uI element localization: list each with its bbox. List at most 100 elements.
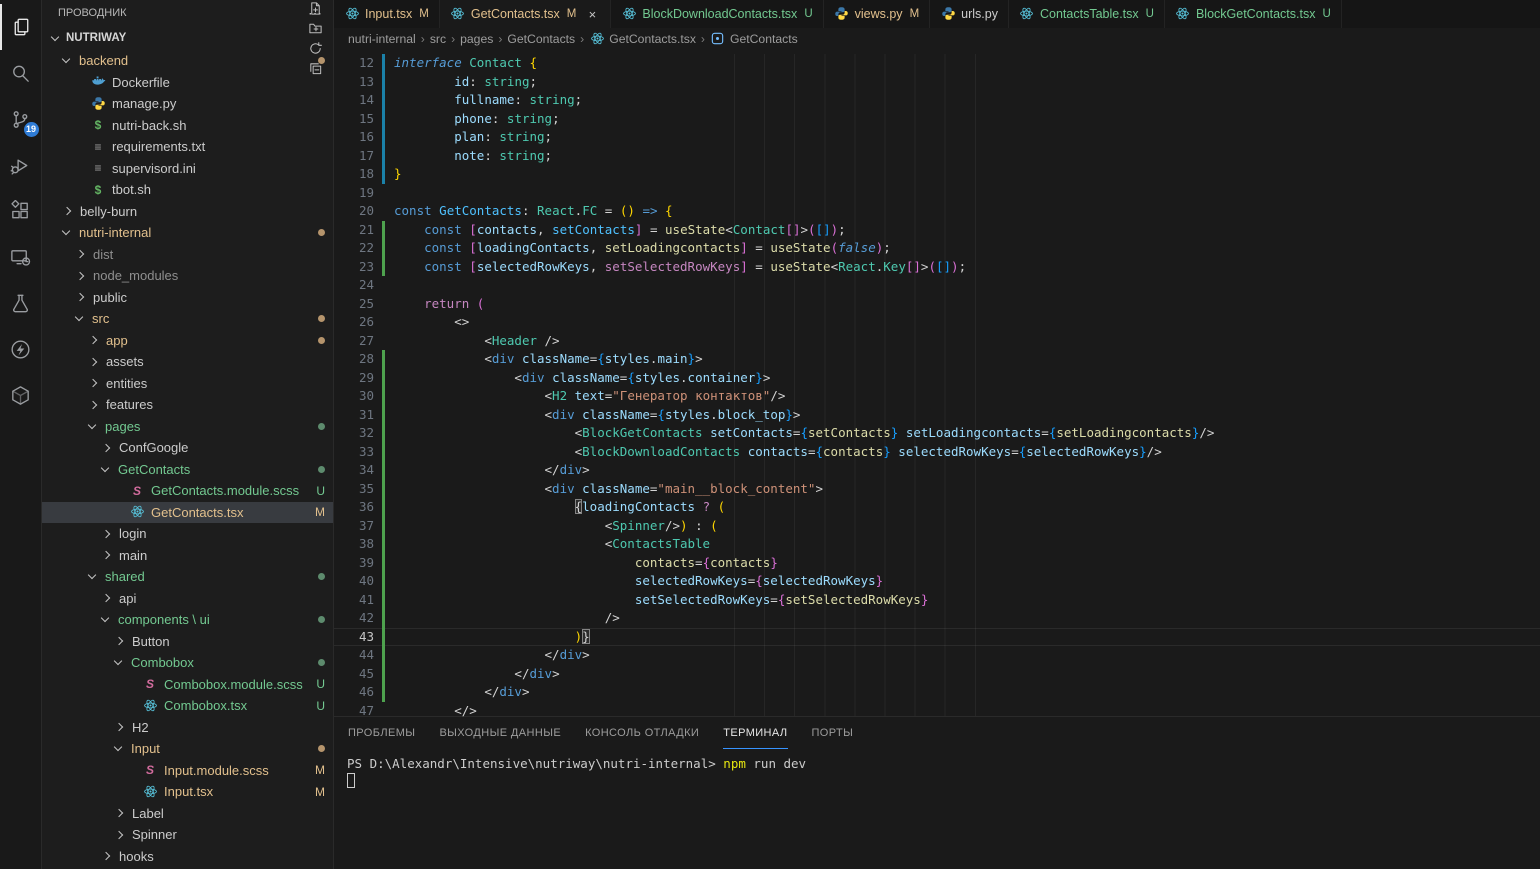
code-editor[interactable]: 12interface Contact {13 id: string;14 fu… [334, 49, 1540, 716]
tree-item-label: supervisord.ini [112, 161, 325, 176]
tree-item-label: Dockerfile [112, 75, 325, 90]
tree-item-login[interactable]: login [42, 523, 333, 545]
tree-item-GetContacts.module.scss[interactable]: SGetContacts.module.scssU [42, 480, 333, 502]
tree-item-features[interactable]: features [42, 394, 333, 416]
tree-item-backend[interactable]: backend [42, 50, 333, 72]
containers-icon[interactable] [0, 372, 42, 418]
tab-Input.tsx[interactable]: Input.tsxM [334, 0, 440, 28]
tree-item-GetContacts.tsx[interactable]: GetContacts.tsxM [42, 502, 333, 524]
code-line-41: 41 setSelectedRowKeys={setSelectedRowKey… [334, 591, 1540, 610]
tree-item-src[interactable]: src [42, 308, 333, 330]
tree-item-app[interactable]: app [42, 330, 333, 352]
tree-item-Button[interactable]: Button [42, 631, 333, 653]
line-number: 28 [334, 350, 374, 369]
git-status-dot [318, 466, 325, 473]
breadcrumb-label: GetContacts [730, 32, 798, 46]
tree-item-Spinner[interactable]: Spinner [42, 824, 333, 846]
tree-item-assets[interactable]: assets [42, 351, 333, 373]
tree-item-node_modules[interactable]: node_modules [42, 265, 333, 287]
terminal[interactable]: PS D:\Alexandr\Intensive\nutriway\nutri-… [334, 749, 1540, 791]
tab-views.py[interactable]: views.pyM [824, 0, 931, 28]
tree-item-public[interactable]: public [42, 287, 333, 309]
line-number: 42 [334, 609, 374, 628]
tree-item-GetContacts[interactable]: GetContacts [42, 459, 333, 481]
panel-tab-ВЫХОДНЫЕ ДАННЫЕ[interactable]: ВЫХОДНЫЕ ДАННЫЕ [439, 717, 561, 749]
tree-item-label: GetContacts.module.scss [151, 483, 310, 498]
tab-BlockDownloadContacts.tsx[interactable]: BlockDownloadContacts.tsxU [611, 0, 823, 28]
tree-item-Dockerfile[interactable]: Dockerfile [42, 72, 333, 94]
tree-item-pages[interactable]: pages [42, 416, 333, 438]
tab-BlockGetContacts.tsx[interactable]: BlockGetContacts.tsxU [1165, 0, 1342, 28]
breadcrumb-item-src[interactable]: src [430, 32, 446, 46]
chevron-down-icon [114, 743, 122, 751]
tree-item-Input.module.scss[interactable]: SInput.module.scssM [42, 760, 333, 782]
breadcrumb-item-GetContacts[interactable]: GetContacts [507, 32, 575, 46]
tree-item-label: manage.py [112, 96, 325, 111]
remote-explorer-icon[interactable] [0, 234, 42, 280]
tree-item-nutri-back.sh[interactable]: $nutri-back.sh [42, 115, 333, 137]
tree-item-requirements.txt[interactable]: ≡requirements.txt [42, 136, 333, 158]
breadcrumb-item-GetContacts.tsx[interactable]: GetContacts.tsx [589, 31, 696, 47]
tree-item-tbot.sh[interactable]: $tbot.sh [42, 179, 333, 201]
code-text: phone: string; [385, 110, 560, 129]
code-line-29: 29 <div className={styles.container}> [334, 369, 1540, 388]
tree-item-manage.py[interactable]: manage.py [42, 93, 333, 115]
tree-item-nutri-internal[interactable]: nutri-internal [42, 222, 333, 244]
tree-item-entities[interactable]: entities [42, 373, 333, 395]
run-debug-icon[interactable] [0, 142, 42, 188]
tree-item-Label[interactable]: Label [42, 803, 333, 825]
search-icon[interactable] [0, 50, 42, 96]
line-number: 12 [334, 54, 374, 73]
new-folder-icon[interactable] [305, 18, 325, 38]
source-control-icon[interactable]: 19 [0, 96, 42, 142]
tree-item-Input[interactable]: Input [42, 738, 333, 760]
panel-tab-ТЕРМИНАЛ[interactable]: ТЕРМИНАЛ [723, 717, 787, 749]
tree-item-main[interactable]: main [42, 545, 333, 567]
code-text: interface Contact { [385, 54, 537, 73]
line-number: 19 [334, 184, 374, 203]
extensions-icon[interactable] [0, 188, 42, 234]
tree-item-supervisord.ini[interactable]: ≡supervisord.ini [42, 158, 333, 180]
tree-item-dist[interactable]: dist [42, 244, 333, 266]
panel-tab-ПОРТЫ[interactable]: ПОРТЫ [812, 717, 854, 749]
panel-tab-ПРОБЛЕМЫ[interactable]: ПРОБЛЕМЫ [348, 717, 415, 749]
git-status-badge: M [315, 763, 325, 777]
breadcrumb-item-pages[interactable]: pages [460, 32, 493, 46]
thunder-client-icon[interactable] [0, 326, 42, 372]
line-number: 43 [334, 628, 374, 647]
tree-item-belly-burn[interactable]: belly-burn [42, 201, 333, 223]
tree-item-label: node_modules [93, 268, 325, 283]
git-status-badge: U [316, 677, 325, 691]
tab-ContactsTable.tsx[interactable]: ContactsTable.tsxU [1009, 0, 1165, 28]
tree-item-H2[interactable]: H2 [42, 717, 333, 739]
tab-GetContacts.tsx[interactable]: GetContacts.tsxM× [440, 0, 612, 28]
explorer-icon[interactable] [0, 4, 42, 50]
line-number: 33 [334, 443, 374, 462]
tree-item-Input.tsx[interactable]: Input.tsxM [42, 781, 333, 803]
line-number: 41 [334, 591, 374, 610]
line-number: 26 [334, 313, 374, 332]
line-number: 14 [334, 91, 374, 110]
tree-item-Combobox[interactable]: Combobox [42, 652, 333, 674]
tree-item-ConfGoogle[interactable]: ConfGoogle [42, 437, 333, 459]
code-line-34: 34 </div> [334, 461, 1540, 480]
code-text: selectedRowKeys={selectedRowKeys} [385, 572, 883, 591]
tree-item-Combobox.module.scss[interactable]: SCombobox.module.scssU [42, 674, 333, 696]
tree-item-label: entities [106, 376, 325, 391]
workspace-section-header[interactable]: NUTRIWAY [42, 26, 333, 50]
tree-item-label: belly-burn [80, 204, 325, 219]
code-text: <Spinner/>) : ( [385, 517, 718, 536]
tree-item-shared[interactable]: shared [42, 566, 333, 588]
tree-item-api[interactable]: api [42, 588, 333, 610]
tree-item-components-ui[interactable]: components \ ui [42, 609, 333, 631]
testing-icon[interactable] [0, 280, 42, 326]
breadcrumb-item-nutri-internal[interactable]: nutri-internal [348, 32, 416, 46]
close-icon[interactable]: × [584, 7, 600, 22]
tab-urls.py[interactable]: urls.py [930, 0, 1009, 28]
new-file-icon[interactable] [305, 0, 325, 18]
tree-item-Combobox.tsx[interactable]: Combobox.tsxU [42, 695, 333, 717]
panel-tab-КОНСОЛЬ ОТЛАДКИ[interactable]: КОНСОЛЬ ОТЛАДКИ [585, 717, 699, 749]
tree-item-hooks[interactable]: hooks [42, 846, 333, 868]
code-line-13: 13 id: string; [334, 73, 1540, 92]
breadcrumb-item-GetContacts[interactable]: GetContacts [710, 31, 798, 47]
